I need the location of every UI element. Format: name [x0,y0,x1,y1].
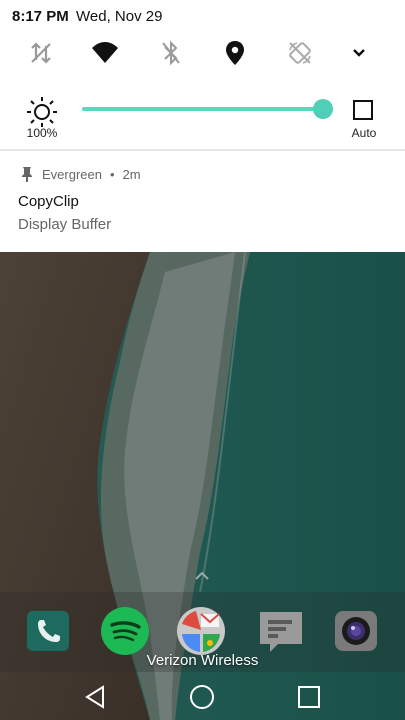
notification-title: CopyClip [18,193,79,210]
brightness-slider-track[interactable] [82,107,322,111]
notification-separator: • [109,166,115,182]
notification-header: Evergreen • 2m [20,166,141,182]
carrier-label: Verizon Wireless [146,652,259,669]
notification-card[interactable]: Evergreen • 2m CopyClip Display Buffer [0,152,405,252]
back-button[interactable] [80,682,110,712]
wifi-toggle[interactable] [88,36,122,70]
brightness-slider-thumb[interactable] [313,99,333,119]
auto-rotate-icon [289,42,311,64]
camera-app-icon[interactable] [332,606,382,656]
notification-app-name: Evergreen [42,166,102,182]
bluetooth-toggle[interactable] [154,36,188,70]
home-button[interactable] [187,682,217,712]
chevron-down-icon [353,49,365,57]
notification-shade: 8:17 PM Wed, Nov 29 100% Auto Evergreen … [0,0,405,252]
app-drawer-chevron-icon[interactable] [193,570,211,582]
spotify-app-icon[interactable] [100,606,150,656]
status-bar: 8:17 PM Wed, Nov 29 [0,0,405,34]
brightness-control: 100% Auto [0,92,405,144]
home-circle-icon [190,685,214,709]
back-triangle-icon [85,685,104,709]
location-toggle[interactable] [218,36,252,70]
auto-brightness-checkbox[interactable] [353,100,373,120]
status-time: 8:17 PM [12,8,69,25]
notification-text: Display Buffer [18,216,112,233]
recents-button[interactable] [294,682,324,712]
recents-square-icon [298,686,320,708]
status-date: Wed, Nov 29 [76,8,163,25]
messages-app-icon[interactable] [256,606,306,656]
notification-time: 2m [122,166,141,182]
brightness-icon [27,97,57,127]
phone-app-icon[interactable] [24,606,74,656]
quick-settings-row [0,36,405,70]
auto-brightness-label: Auto [351,126,377,140]
bluetooth-icon [162,40,180,66]
data-transfer-icon [31,42,51,64]
shade-divider [0,149,405,151]
location-icon [226,41,244,65]
pin-icon [22,167,32,182]
expand-settings-button[interactable] [342,36,376,70]
google-apps-folder-icon[interactable] [176,606,226,656]
data-transfer-toggle[interactable] [24,36,58,70]
wifi-icon [92,42,118,63]
auto-rotate-toggle[interactable] [283,36,317,70]
navigation-bar [0,672,405,720]
brightness-percent: 100% [26,126,58,140]
